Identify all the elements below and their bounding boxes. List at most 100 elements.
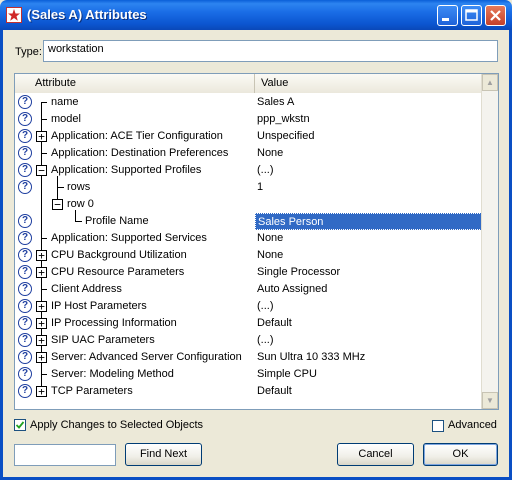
expand-icon[interactable]: +	[36, 318, 47, 329]
attribute-name: row 0	[67, 198, 94, 210]
apply-changes-label[interactable]: Apply Changes to Selected Objects	[30, 419, 203, 431]
minimize-button[interactable]	[437, 5, 458, 26]
maximize-button[interactable]	[461, 5, 482, 26]
table-row[interactable]: ? name Sales A	[15, 94, 482, 111]
close-button[interactable]	[485, 5, 506, 26]
help-icon[interactable]: ?	[18, 316, 32, 330]
table-row[interactable]: ? Client Address Auto Assigned	[15, 281, 482, 298]
help-icon[interactable]: ?	[18, 333, 32, 347]
attribute-name: model	[51, 113, 81, 125]
attribute-value[interactable]: None	[255, 230, 482, 247]
attribute-value[interactable]: Single Processor	[255, 264, 482, 281]
expand-icon[interactable]: +	[36, 386, 47, 397]
type-label: Type:	[15, 46, 42, 58]
table-row[interactable]: ? rows 1	[15, 179, 482, 196]
attribute-name: Application: Destination Preferences	[51, 147, 229, 159]
table-row[interactable]: ? + Server: Advanced Server Configuratio…	[15, 349, 482, 366]
table-row[interactable]: ? Application: Supported Services None	[15, 230, 482, 247]
attribute-value[interactable]: None	[255, 247, 482, 264]
help-icon[interactable]: ?	[18, 282, 32, 296]
table-header: Attribute Value	[15, 74, 482, 93]
help-icon[interactable]: ?	[18, 231, 32, 245]
attribute-name: Server: Modeling Method	[51, 368, 174, 380]
ok-button[interactable]: OK	[423, 443, 498, 466]
vertical-scrollbar[interactable]: ▲ ▼	[481, 74, 498, 409]
app-star-icon	[6, 7, 22, 23]
scroll-down-arrow-icon[interactable]: ▼	[482, 392, 498, 409]
attribute-value[interactable]: Auto Assigned	[255, 281, 482, 298]
attribute-value[interactable]	[255, 196, 482, 213]
table-row[interactable]: ? + CPU Resource Parameters Single Proce…	[15, 264, 482, 281]
attributes-table[interactable]: Attribute Value ? name Sales A ? model p…	[14, 73, 499, 410]
find-next-button[interactable]: Find Next	[125, 443, 202, 466]
collapse-icon[interactable]: −	[52, 199, 63, 210]
attribute-value[interactable]: Sales A	[255, 94, 482, 111]
attribute-value[interactable]: Simple CPU	[255, 366, 482, 383]
attribute-name: Application: Supported Profiles	[51, 164, 202, 176]
help-icon[interactable]: ?	[18, 180, 32, 194]
help-icon[interactable]: ?	[18, 214, 32, 228]
attribute-value[interactable]: None	[255, 145, 482, 162]
attribute-value[interactable]: Sun Ultra 10 333 MHz	[255, 349, 482, 366]
table-row[interactable]: ? + SIP UAC Parameters (...)	[15, 332, 482, 349]
attribute-value[interactable]: (...)	[255, 332, 482, 349]
help-icon[interactable]: ?	[18, 248, 32, 262]
help-icon[interactable]: ?	[18, 95, 32, 109]
window-frame-left	[0, 30, 3, 480]
table-row[interactable]: ? Server: Modeling Method Simple CPU	[15, 366, 482, 383]
find-input[interactable]	[14, 444, 116, 466]
attribute-value-selected[interactable]: Sales Person	[255, 213, 482, 230]
table-row[interactable]: − row 0	[15, 196, 482, 213]
table-row[interactable]: ? + CPU Background Utilization None	[15, 247, 482, 264]
help-icon[interactable]: ?	[18, 367, 32, 381]
attribute-name: Application: Supported Services	[51, 232, 207, 244]
expand-icon[interactable]: +	[36, 250, 47, 261]
table-row[interactable]: ? + IP Processing Information Default	[15, 315, 482, 332]
help-icon[interactable]: ?	[18, 146, 32, 160]
column-header-value[interactable]: Value	[255, 74, 482, 93]
type-field[interactable]: workstation	[43, 40, 498, 62]
expand-icon[interactable]: +	[36, 301, 47, 312]
attribute-value[interactable]: Default	[255, 315, 482, 332]
help-icon[interactable]: ?	[18, 129, 32, 143]
table-row[interactable]: ? + IP Host Parameters (...)	[15, 298, 482, 315]
help-icon[interactable]: ?	[18, 265, 32, 279]
advanced-checkbox[interactable]	[432, 420, 444, 432]
expand-icon[interactable]: +	[36, 352, 47, 363]
expand-icon[interactable]: +	[36, 335, 47, 346]
table-row[interactable]: ? model ppp_wkstn	[15, 111, 482, 128]
help-icon[interactable]: ?	[18, 350, 32, 364]
attribute-name: SIP UAC Parameters	[51, 334, 155, 346]
attribute-value[interactable]: ppp_wkstn	[255, 111, 482, 128]
attribute-name: Application: ACE Tier Configuration	[51, 130, 223, 142]
column-header-attribute[interactable]: Attribute	[15, 74, 255, 93]
attribute-name: Profile Name	[85, 215, 149, 227]
attribute-name: name	[51, 96, 79, 108]
apply-changes-checkbox[interactable]	[14, 419, 26, 431]
attribute-value[interactable]: Default	[255, 383, 482, 400]
attribute-value[interactable]: (...)	[255, 162, 482, 179]
table-row[interactable]: ? − Application: Supported Profiles (...…	[15, 162, 482, 179]
table-body: ? name Sales A ? model ppp_wkstn ? + App…	[15, 94, 482, 400]
attribute-value[interactable]: Unspecified	[255, 128, 482, 145]
help-icon[interactable]: ?	[18, 112, 32, 126]
attribute-value[interactable]: (...)	[255, 298, 482, 315]
expand-icon[interactable]: +	[36, 131, 47, 142]
title-bar[interactable]: (Sales A) Attributes	[0, 0, 512, 30]
expand-icon[interactable]: +	[36, 267, 47, 278]
attribute-name: Client Address	[51, 283, 122, 295]
help-icon[interactable]: ?	[18, 163, 32, 177]
help-icon[interactable]: ?	[18, 384, 32, 398]
table-row[interactable]: ? Profile Name Sales Person	[15, 213, 482, 230]
advanced-label[interactable]: Advanced	[448, 419, 497, 431]
attribute-value[interactable]: 1	[255, 179, 482, 196]
collapse-icon[interactable]: −	[36, 165, 47, 176]
cancel-button[interactable]: Cancel	[337, 443, 414, 466]
table-row[interactable]: ? + Application: ACE Tier Configuration …	[15, 128, 482, 145]
table-row[interactable]: ? + TCP Parameters Default	[15, 383, 482, 400]
attribute-name: Server: Advanced Server Configuration	[51, 351, 242, 363]
attribute-name: rows	[67, 181, 91, 193]
help-icon[interactable]: ?	[18, 299, 32, 313]
table-row[interactable]: ? Application: Destination Preferences N…	[15, 145, 482, 162]
scroll-up-arrow-icon[interactable]: ▲	[482, 74, 498, 91]
